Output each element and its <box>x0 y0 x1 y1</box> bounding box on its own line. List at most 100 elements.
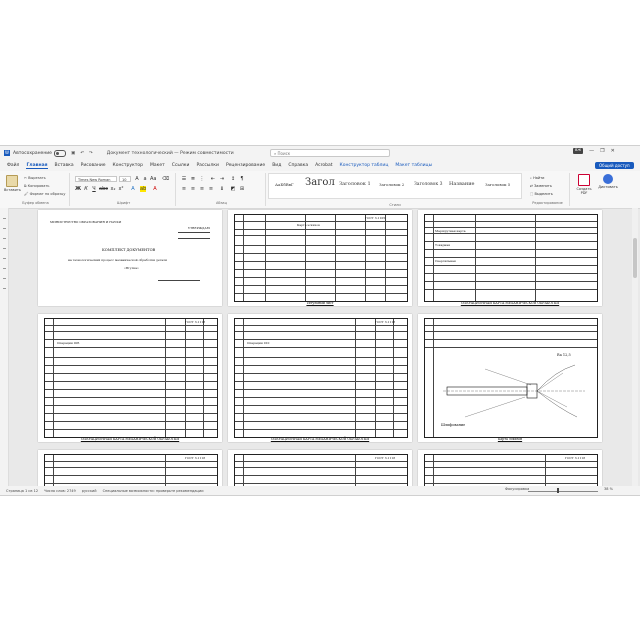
find-label: Найти <box>533 176 545 180</box>
part-sketch-drawing <box>443 364 585 418</box>
paragraph-group: ☰ ≣ ⋮ ⇤ ⇥ ↕ ¶ ≡ ≡ ≡ ≡ ↨ ◩ ⊞ Абзац <box>178 173 266 206</box>
page-5-frame: ГОСТ 3.1118 Операция 010 <box>234 318 408 438</box>
tab-2[interactable]: Вставка <box>55 163 74 168</box>
zoom-slider-thumb[interactable] <box>557 488 559 493</box>
minimize-button[interactable]: — <box>589 148 594 154</box>
tab-3[interactable]: Рисование <box>81 163 106 168</box>
multilevel-icon[interactable]: ⋮ <box>199 176 205 182</box>
tab-8[interactable]: Рецензирование <box>226 163 265 168</box>
underline-icon[interactable]: Ч <box>91 186 97 192</box>
select-button[interactable]: ⬚ Выделить <box>530 192 553 196</box>
strikethrough-icon[interactable]: abc <box>99 186 108 192</box>
grow-font-icon[interactable]: A <box>134 176 140 182</box>
tab-7[interactable]: Рассылки <box>196 163 219 168</box>
tab-10[interactable]: Справка <box>288 163 308 168</box>
tab-4[interactable]: Конструктор <box>113 163 143 168</box>
style-heading-3[interactable]: Заголовок 3 <box>414 182 442 187</box>
restore-button[interactable]: ❐ <box>600 148 604 154</box>
bullets-icon[interactable]: ☰ <box>181 176 187 182</box>
find-button[interactable]: ⌕ Найти <box>530 176 544 180</box>
line-spacing-icon[interactable]: ↨ <box>219 186 225 192</box>
redo-icon[interactable]: ↷ <box>89 151 93 156</box>
tab-1[interactable]: Главная <box>26 163 48 169</box>
page-5[interactable]: ГОСТ 3.1118 Операция 010 ОПЕРАЦИОННАЯ КА… <box>228 314 412 442</box>
page-6-roughness: Ra 12,5 <box>557 353 571 357</box>
font-color-icon[interactable]: A <box>152 186 158 192</box>
align-left-icon[interactable]: ≡ <box>181 186 187 192</box>
paste-icon <box>6 175 18 187</box>
font-size-select[interactable]: 10 <box>119 176 131 182</box>
tab-11[interactable]: Acrobat <box>315 163 332 168</box>
page-7[interactable]: ГОСТ 3.1118 <box>38 450 222 490</box>
copy-button[interactable]: ⧉ Копировать <box>24 184 50 188</box>
tab-5[interactable]: Макет <box>150 163 165 168</box>
clipboard-group: Вставить ✂ Вырезать ⧉ Копировать 🖌 Форма… <box>2 173 70 206</box>
scrollbar-thumb[interactable] <box>633 238 637 278</box>
justify-icon[interactable]: ≡ <box>208 186 214 192</box>
create-pdf-button[interactable]: Создать PDF <box>574 174 594 195</box>
style-heading-5[interactable]: Заголовок 5 <box>485 182 510 187</box>
tab-12[interactable]: Конструктор таблиц <box>340 163 389 168</box>
share-button[interactable]: Общий доступ <box>595 162 634 169</box>
page-2[interactable]: Карта эскизов ГОСТ 3.1105 Титульный лист <box>228 210 412 306</box>
decrease-indent-icon[interactable]: ⇤ <box>210 176 216 182</box>
undo-icon[interactable]: ↶ <box>80 151 84 156</box>
page-count-status[interactable]: Страница 1 из 12 <box>6 489 38 493</box>
text-effects-icon[interactable]: A <box>130 186 136 192</box>
sort-icon[interactable]: ↕ <box>230 176 236 182</box>
tab-13[interactable]: Макет таблицы <box>395 163 432 168</box>
borders-icon[interactable]: ⊞ <box>239 186 245 192</box>
language-status[interactable]: русский <box>82 489 97 493</box>
shading-icon[interactable]: ◩ <box>230 186 236 192</box>
page-8[interactable]: ГОСТ 3.1118 <box>228 450 412 490</box>
zoom-slider[interactable] <box>528 491 598 492</box>
numbering-icon[interactable]: ≣ <box>190 176 196 182</box>
change-case-icon[interactable]: Aa <box>150 176 156 182</box>
page-4-gost: ГОСТ 3.1118 <box>185 320 206 324</box>
editing-group-label: Редактирование <box>532 201 563 205</box>
show-marks-icon[interactable]: ¶ <box>239 176 245 182</box>
shrink-font-icon[interactable]: a <box>142 176 148 182</box>
page-1[interactable]: МИНИСТЕРСТВО ОБРАЗОВАНИЯ И НАУКИ УТВЕРЖД… <box>38 210 222 306</box>
tab-0[interactable]: Файл <box>7 163 19 168</box>
style-heading-2[interactable]: Заголовок 2 <box>379 182 404 187</box>
vertical-scrollbar[interactable] <box>632 208 638 486</box>
cut-button[interactable]: ✂ Вырезать <box>24 176 46 180</box>
page-6[interactable]: Ra 12,5 Шлифование Карта эскизов <box>418 314 602 442</box>
subscript-icon[interactable]: x₂ <box>110 186 116 192</box>
page-4[interactable]: ГОСТ 3.1118 Операция 005 ОПЕРАЦИОННАЯ КА… <box>38 314 222 442</box>
tab-9[interactable]: Вид <box>272 163 281 168</box>
zoom-percent[interactable]: 38 % <box>604 487 613 491</box>
bold-icon[interactable]: Ж <box>75 186 81 192</box>
word-count-status[interactable]: Число слов: 2749 <box>44 489 76 493</box>
italic-icon[interactable]: К <box>83 186 89 192</box>
account-badge[interactable]: ВЖ <box>573 148 584 154</box>
dictate-button[interactable]: Диктовать <box>598 174 618 189</box>
page-9[interactable]: ГОСТ 3.1118 <box>418 450 602 490</box>
font-name-select[interactable]: Times New Roman <box>75 176 117 182</box>
search-input[interactable]: ⌕ Поиск <box>270 149 390 157</box>
page-4-caption: ОПЕРАЦИОННАЯ КАРТА МЕХАНИЧЕСКОЙ ОБРАБОТК… <box>80 437 180 441</box>
format-painter-button[interactable]: 🖌 Формат по образцу <box>24 192 65 196</box>
style-normal[interactable]: АаБбВвГ <box>275 182 294 187</box>
paste-button[interactable]: Вставить <box>4 175 21 192</box>
align-center-icon[interactable]: ≡ <box>190 186 196 192</box>
clear-format-icon[interactable]: ⌫ <box>162 176 169 182</box>
autosave-toggle[interactable] <box>53 149 66 157</box>
align-right-icon[interactable]: ≡ <box>199 186 205 192</box>
superscript-icon[interactable]: x² <box>118 186 124 192</box>
close-button[interactable]: ✕ <box>611 148 615 154</box>
tab-6[interactable]: Ссылки <box>172 163 190 168</box>
increase-indent-icon[interactable]: ⇥ <box>219 176 225 182</box>
page-3[interactable]: Маршрутная карта Токарная Сверлильная ОП… <box>418 210 602 306</box>
save-icon[interactable]: ▣ <box>71 151 75 156</box>
focus-button[interactable]: Фокусировка <box>505 487 529 491</box>
style-heading[interactable]: Название <box>449 181 475 187</box>
style-title-large[interactable]: Загол <box>305 177 335 188</box>
style-heading-1[interactable]: Заголовок 1 <box>339 181 371 187</box>
replace-button[interactable]: ⇄ Заменить <box>530 184 552 188</box>
create-pdf-label: Создать PDF <box>576 187 592 195</box>
highlight-icon[interactable]: ab <box>140 186 146 192</box>
approve-text: УТВЕРЖДАЮ <box>188 226 211 230</box>
accessibility-status[interactable]: Специальные возможности: проверьте реком… <box>103 489 204 493</box>
